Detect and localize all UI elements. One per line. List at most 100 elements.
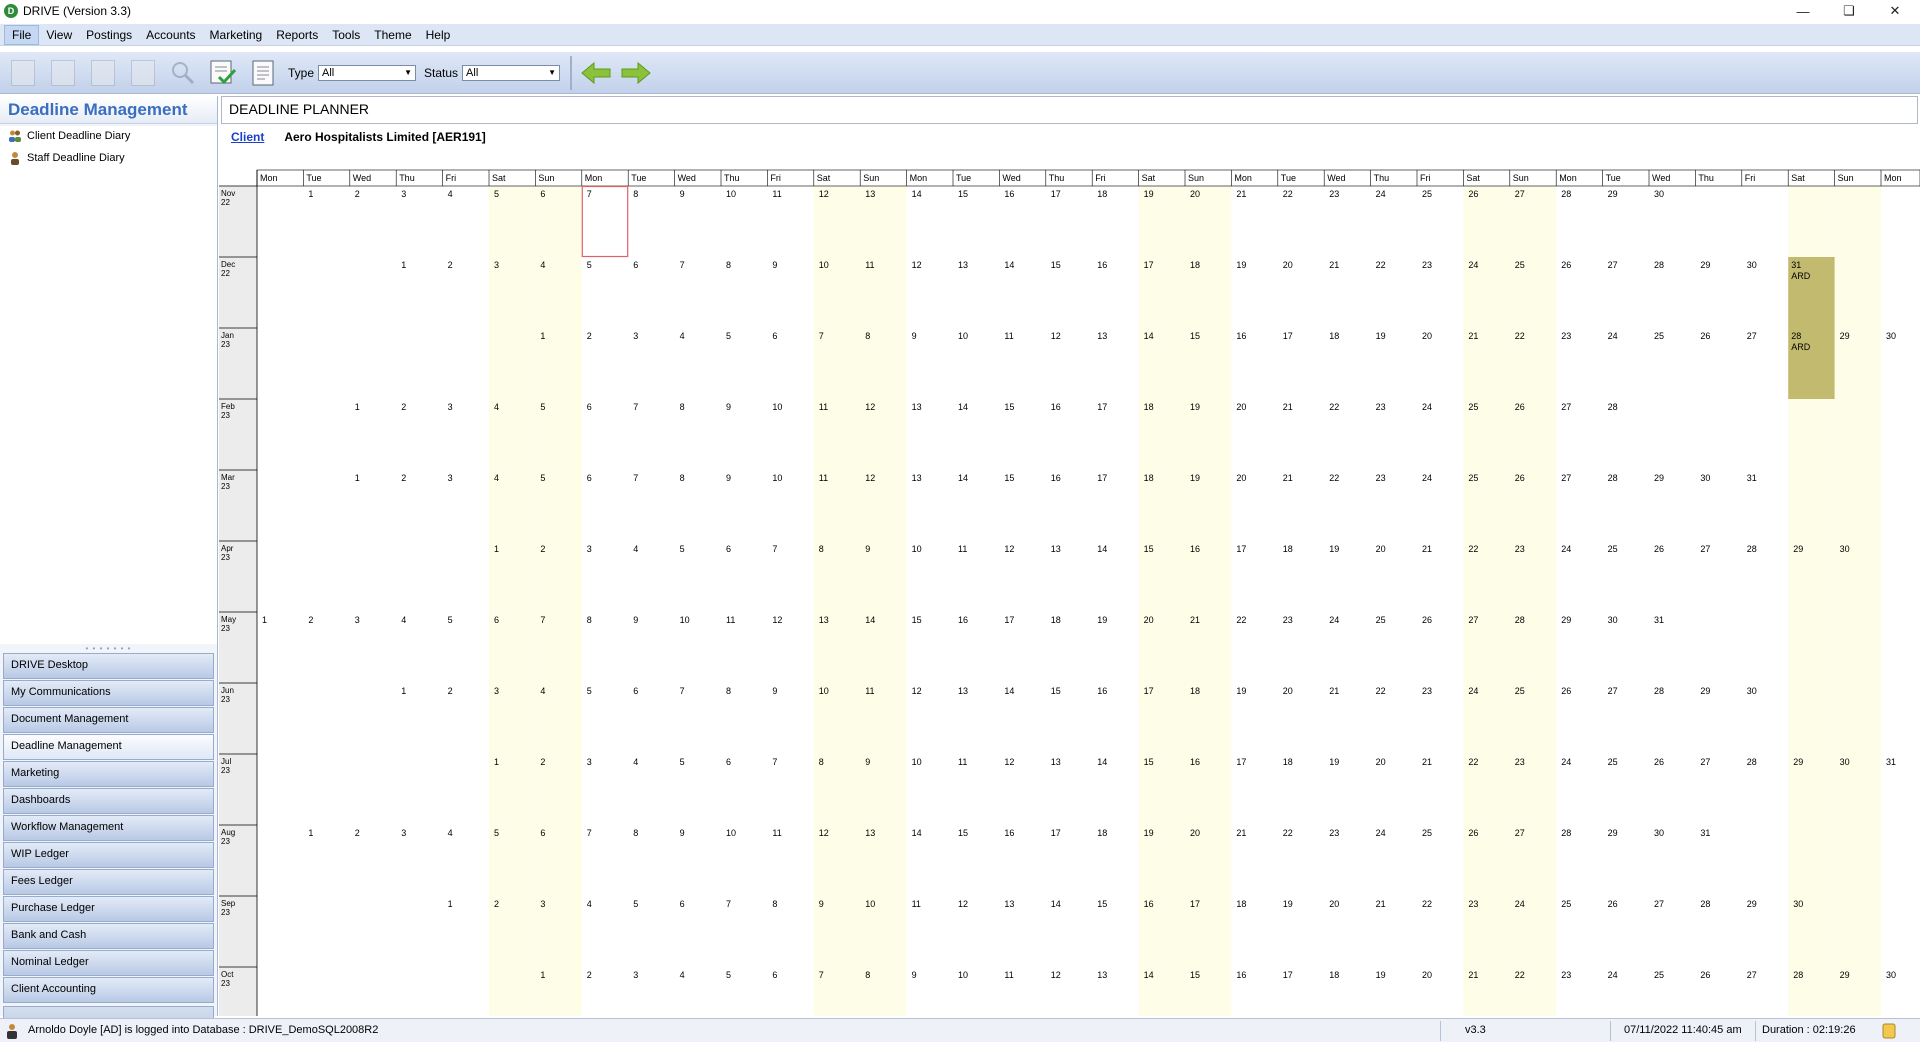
day-cell[interactable]: 24 [1608,331,1618,341]
day-cell[interactable]: 3 [448,402,453,412]
day-cell[interactable]: 20 [1422,331,1432,341]
restore-button[interactable]: ❏ [1826,0,1872,22]
day-cell[interactable]: 4 [540,260,545,270]
day-cell[interactable]: 8 [633,189,638,199]
day-cell[interactable]: 27 [1515,828,1525,838]
day-cell[interactable]: 19 [1190,473,1200,483]
day-cell[interactable]: 6 [587,402,592,412]
day-cell[interactable]: 3 [633,331,638,341]
day-cell[interactable]: 29 [1561,615,1571,625]
day-cell[interactable]: 13 [1097,331,1107,341]
nav-drive-desktop[interactable]: DRIVE Desktop [3,653,214,679]
day-cell[interactable]: 7 [772,544,777,554]
day-cell[interactable]: 23 [1561,331,1571,341]
day-cell[interactable]: 22 [1283,828,1293,838]
day-cell[interactable]: 12 [1051,331,1061,341]
day-cell[interactable]: 9 [726,473,731,483]
day-cell[interactable]: 12 [865,402,875,412]
day-cell[interactable]: 20 [1236,402,1246,412]
day-cell[interactable]: 1 [401,686,406,696]
day-cell[interactable]: 19 [1329,757,1339,767]
day-cell[interactable]: 14 [865,615,875,625]
day-cell[interactable]: 11 [865,686,874,696]
day-cell[interactable]: 25 [1376,615,1386,625]
day-cell[interactable]: 8 [865,970,870,980]
day-cell[interactable]: 9 [912,331,917,341]
day-cell[interactable]: 26 [1561,260,1571,270]
day-cell[interactable]: 18 [1097,189,1107,199]
day-cell[interactable]: 25 [1654,331,1664,341]
nav-purchase-ledger[interactable]: Purchase Ledger [3,896,214,922]
day-cell[interactable]: 12 [1004,544,1014,554]
day-cell[interactable]: 17 [1236,544,1246,554]
day-cell[interactable]: 14 [1097,757,1107,767]
day-cell[interactable]: 16 [1051,402,1061,412]
day-cell[interactable]: 10 [958,970,968,980]
day-cell[interactable]: 21 [1283,473,1293,483]
day-cell[interactable]: 6 [633,686,638,696]
day-cell[interactable]: 16 [1004,189,1014,199]
day-cell[interactable]: 10 [726,828,736,838]
day-cell[interactable]: 24 [1515,899,1525,909]
search-icon[interactable] [166,56,200,90]
day-cell[interactable]: 30 [1840,757,1850,767]
menu-theme[interactable]: Theme [367,26,418,44]
forward-arrow-icon[interactable] [618,58,654,88]
day-cell[interactable]: 8 [772,899,777,909]
day-cell[interactable]: 20 [1236,473,1246,483]
day-cell[interactable]: 11 [1004,331,1013,341]
day-cell[interactable]: 16 [1236,331,1246,341]
day-cell[interactable]: 24 [1422,473,1432,483]
day-cell[interactable]: 23 [1422,260,1432,270]
day-cell[interactable]: 7 [680,686,685,696]
menu-reports[interactable]: Reports [269,26,325,44]
day-cell[interactable]: 13 [912,473,922,483]
day-cell[interactable]: 9 [865,544,870,554]
day-cell[interactable]: 1 [540,970,545,980]
day-cell[interactable]: 27 [1654,899,1664,909]
day-cell[interactable]: 31 [1654,615,1664,625]
day-cell[interactable]: 19 [1144,189,1154,199]
day-cell[interactable]: 16 [1144,899,1154,909]
day-cell[interactable]: 20 [1190,189,1200,199]
day-cell[interactable]: 23 [1283,615,1293,625]
day-cell[interactable]: 29 [1840,970,1850,980]
day-cell[interactable]: 5 [587,686,592,696]
day-cell[interactable]: 27 [1747,331,1757,341]
day-cell[interactable]: 8 [726,260,731,270]
day-cell[interactable]: 2 [587,970,592,980]
day-cell[interactable]: 2 [448,260,453,270]
day-cell[interactable]: 30 [1700,473,1710,483]
day-cell[interactable]: 11 [772,828,781,838]
day-cell[interactable]: 30 [1886,970,1896,980]
day-cell[interactable]: 6 [726,757,731,767]
print-icon[interactable] [126,56,160,90]
day-cell[interactable]: 4 [401,615,406,625]
day-cell[interactable]: 26 [1515,473,1525,483]
day-cell[interactable]: 18 [1144,402,1154,412]
day-cell[interactable]: 18 [1283,757,1293,767]
day-cell[interactable]: 21 [1236,189,1246,199]
day-cell[interactable]: 16 [1190,757,1200,767]
day-cell[interactable]: 14 [1144,970,1154,980]
day-cell[interactable]: 14 [958,473,968,483]
day-cell[interactable]: 2 [401,473,406,483]
day-cell[interactable]: 13 [958,260,968,270]
day-cell[interactable]: 12 [912,686,922,696]
day-cell[interactable]: 18 [1329,970,1339,980]
day-cell[interactable]: 11 [958,757,967,767]
day-cell[interactable]: 1 [355,402,360,412]
day-cell[interactable]: 3 [448,473,453,483]
day-cell[interactable]: 16 [1097,686,1107,696]
day-cell[interactable]: 21 [1422,544,1432,554]
delete-document-icon[interactable] [86,56,120,90]
day-cell[interactable]: 15 [1190,970,1200,980]
day-cell[interactable]: 23 [1468,899,1478,909]
day-cell[interactable]: 17 [1097,402,1107,412]
day-cell[interactable]: 4 [494,402,499,412]
day-cell[interactable]: 19 [1236,260,1246,270]
day-cell[interactable]: 6 [726,544,731,554]
day-cell[interactable]: 9 [772,686,777,696]
nav-workflow-management[interactable]: Workflow Management [3,815,214,841]
day-cell[interactable]: 17 [1144,686,1154,696]
